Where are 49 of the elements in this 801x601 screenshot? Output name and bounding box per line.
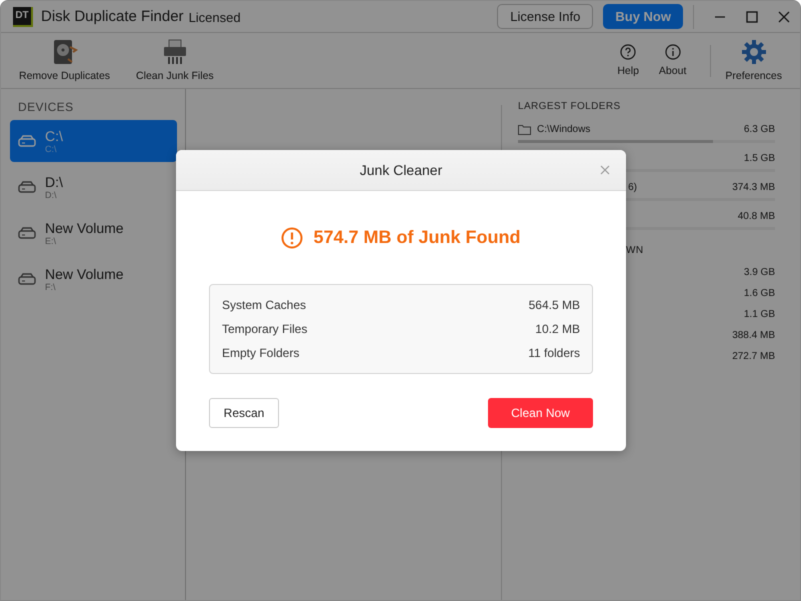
close-icon[interactable] xyxy=(778,10,790,22)
drive-icon xyxy=(18,273,36,285)
header-button[interactable]: License Info xyxy=(497,4,594,29)
toolbar-label[interactable]: Clean Junk Files xyxy=(136,70,214,82)
junk-size: 564.5 MB xyxy=(528,298,580,312)
license-status: Licensed xyxy=(188,10,241,25)
junk-category: System Caches xyxy=(222,298,306,312)
type-size: 272.7 MB xyxy=(732,351,775,362)
type-size: 1.1 GB xyxy=(744,309,775,320)
toolbar-label[interactable]: Preferences xyxy=(725,70,782,82)
window-title: Disk Duplicate Finder xyxy=(41,8,184,25)
drive-icon xyxy=(18,181,36,193)
toolbar-label[interactable]: About xyxy=(658,65,686,77)
folder-icon xyxy=(518,124,531,134)
junk-category: Temporary Files xyxy=(222,322,308,336)
junk-size: 11 folders xyxy=(528,346,580,360)
maximize-icon[interactable] xyxy=(746,10,758,22)
device-item[interactable]: New Volume F:\ xyxy=(10,258,177,300)
device-item[interactable]: New Volume E:\ xyxy=(10,212,177,254)
section-heading: WN xyxy=(626,244,644,256)
drive-icon xyxy=(18,135,36,147)
type-size: 388.4 MB xyxy=(732,330,775,341)
toolbar-label[interactable]: Remove Duplicates xyxy=(19,70,110,82)
folder-size: 1.5 GB xyxy=(744,152,775,164)
folder-size: 40.8 MB xyxy=(738,210,775,222)
dialog-button[interactable]: Rescan xyxy=(209,398,279,428)
warning-icon xyxy=(281,226,304,248)
help-icon[interactable] xyxy=(620,44,636,60)
dialog-title: Junk Cleaner xyxy=(360,162,442,178)
hard-drive-icon[interactable] xyxy=(52,39,78,65)
toolbar-label[interactable]: Help xyxy=(617,65,639,77)
device-item[interactable]: D:\ D:\ xyxy=(10,166,177,208)
type-size: 3.9 GB xyxy=(744,267,775,278)
app-logo: DT xyxy=(13,6,33,26)
junk-headline: 574.7 MB of Junk Found xyxy=(313,227,521,248)
shredder-icon[interactable] xyxy=(162,39,188,65)
folder-size: 374.3 MB xyxy=(732,182,775,192)
folder-size: 6.3 GB xyxy=(744,124,775,134)
junk-size: 10.2 MB xyxy=(535,322,580,336)
type-size: 1.6 GB xyxy=(744,288,775,299)
folder-name: C:\Windows xyxy=(537,124,590,134)
drive-icon xyxy=(18,227,36,239)
sidebar-heading: DEVICES xyxy=(17,99,74,116)
section-heading: LARGEST FOLDERS xyxy=(518,101,622,112)
info-icon[interactable] xyxy=(664,44,681,60)
settings-icon[interactable] xyxy=(740,39,767,65)
junk-category: Empty Folders xyxy=(222,346,300,360)
folder-name: 6) xyxy=(627,182,637,192)
dialog-button[interactable]: Clean Now xyxy=(488,398,593,428)
